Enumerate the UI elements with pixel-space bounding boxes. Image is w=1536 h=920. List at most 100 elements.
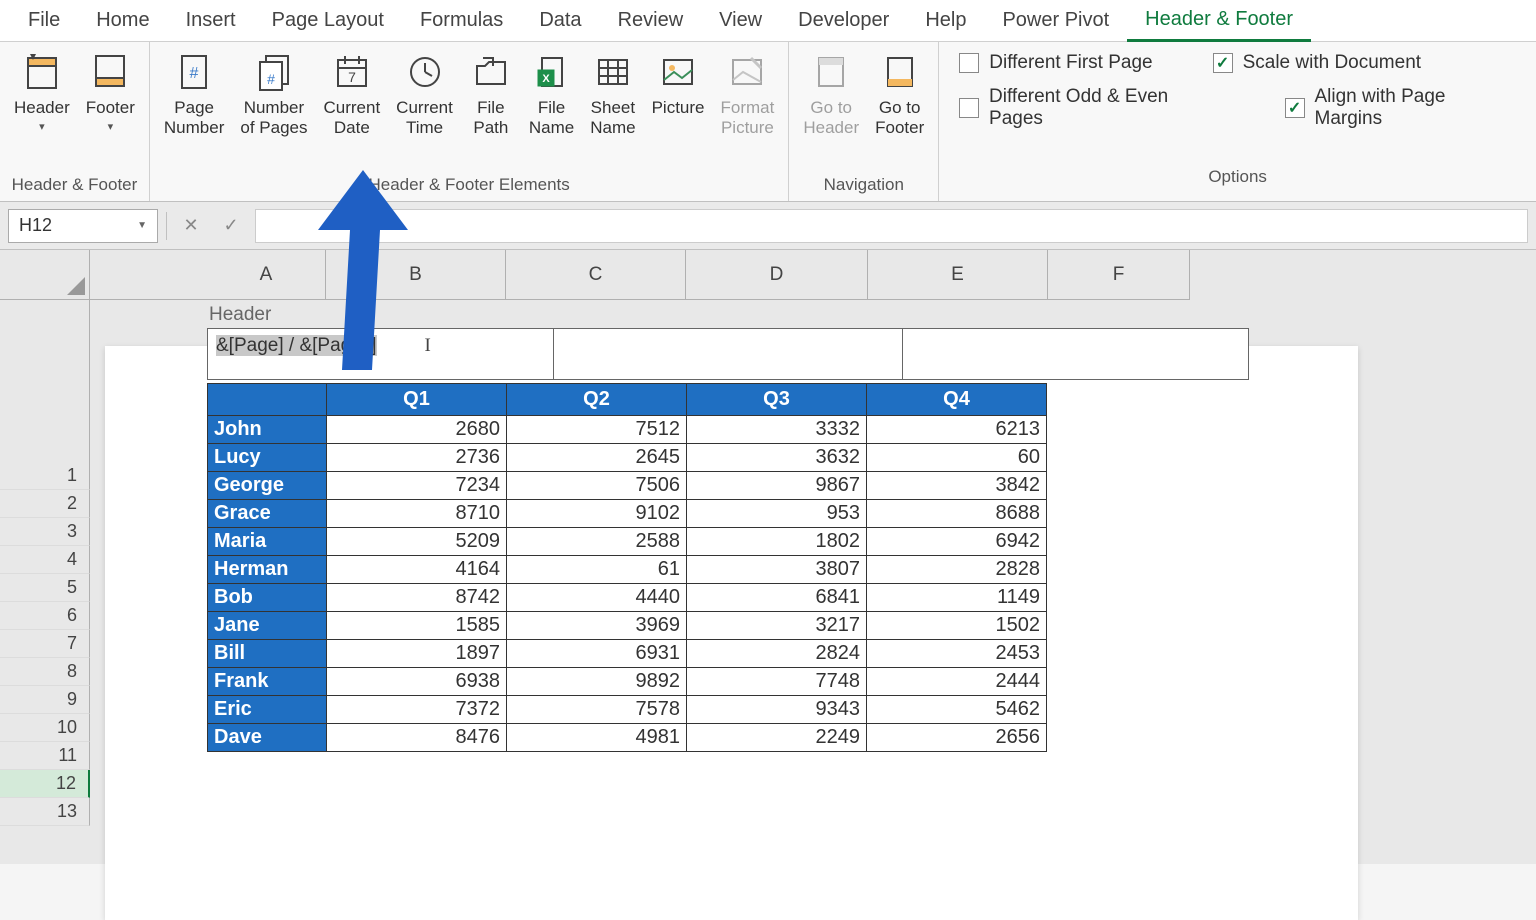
cell[interactable]: 1149 xyxy=(867,584,1047,612)
table-row[interactable]: Bob8742444068411149 xyxy=(208,584,1047,612)
cell[interactable]: 1502 xyxy=(867,612,1047,640)
cell[interactable]: 9867 xyxy=(687,472,867,500)
current-date-button[interactable]: 7CurrentDate xyxy=(315,46,388,143)
cell[interactable]: 2444 xyxy=(867,668,1047,696)
header-center-box[interactable] xyxy=(554,328,903,380)
tab-power-pivot[interactable]: Power Pivot xyxy=(984,1,1127,40)
cell[interactable]: 4981 xyxy=(507,724,687,752)
cell[interactable]: 2588 xyxy=(507,528,687,556)
cell[interactable]: 6841 xyxy=(687,584,867,612)
cell[interactable]: 2828 xyxy=(867,556,1047,584)
tab-file[interactable]: File xyxy=(10,1,78,40)
column-header-F[interactable]: F xyxy=(1048,250,1190,300)
go-to-footer-button[interactable]: Go toFooter xyxy=(867,46,932,143)
cell[interactable]: 7578 xyxy=(507,696,687,724)
column-header-C[interactable]: C xyxy=(506,250,686,300)
row-header-10[interactable]: 10 xyxy=(0,714,90,742)
row-name[interactable]: Herman xyxy=(208,556,327,584)
cell[interactable]: 4440 xyxy=(507,584,687,612)
table-row[interactable]: Bill1897693128242453 xyxy=(208,640,1047,668)
tab-view[interactable]: View xyxy=(701,1,780,40)
table-row[interactable]: Herman41646138072828 xyxy=(208,556,1047,584)
name-box[interactable]: H12 ▼ xyxy=(8,209,158,243)
cell[interactable]: 2249 xyxy=(687,724,867,752)
row-header-11[interactable]: 11 xyxy=(0,742,90,770)
tab-developer[interactable]: Developer xyxy=(780,1,907,40)
cell[interactable]: 1802 xyxy=(687,528,867,556)
table-row[interactable]: Lucy27362645363260 xyxy=(208,444,1047,472)
table-row[interactable]: Dave8476498122492656 xyxy=(208,724,1047,752)
row-name[interactable]: Dave xyxy=(208,724,327,752)
data-table[interactable]: Q1Q2Q3Q4John2680751233326213Lucy27362645… xyxy=(207,383,1047,752)
cell[interactable]: 1897 xyxy=(327,640,507,668)
cell[interactable]: 8688 xyxy=(867,500,1047,528)
row-name[interactable]: Frank xyxy=(208,668,327,696)
row-header-7[interactable]: 7 xyxy=(0,630,90,658)
sheet-name-button[interactable]: SheetName xyxy=(582,46,643,143)
table-row[interactable]: George7234750698673842 xyxy=(208,472,1047,500)
cell[interactable]: 3969 xyxy=(507,612,687,640)
row-name[interactable]: Bill xyxy=(208,640,327,668)
row-header-13[interactable]: 13 xyxy=(0,798,90,826)
cell[interactable]: 60 xyxy=(867,444,1047,472)
tab-header-footer[interactable]: Header & Footer xyxy=(1127,0,1311,42)
table-header[interactable] xyxy=(208,384,327,416)
table-header[interactable]: Q2 xyxy=(507,384,687,416)
cell[interactable]: 6213 xyxy=(867,416,1047,444)
column-header-D[interactable]: D xyxy=(686,250,868,300)
file-name-button[interactable]: XFileName xyxy=(521,46,582,143)
column-header-B[interactable]: B xyxy=(326,250,506,300)
select-all-corner[interactable] xyxy=(0,250,90,300)
tab-page-layout[interactable]: Page Layout xyxy=(254,1,402,40)
row-header-3[interactable]: 3 xyxy=(0,518,90,546)
row-name[interactable]: Maria xyxy=(208,528,327,556)
tab-help[interactable]: Help xyxy=(907,1,984,40)
table-header[interactable]: Q4 xyxy=(867,384,1047,416)
current-time-button[interactable]: CurrentTime xyxy=(388,46,461,143)
checkbox-scale-with-document[interactable]: Scale with Document xyxy=(1213,52,1421,74)
cell[interactable]: 3217 xyxy=(687,612,867,640)
table-row[interactable]: Grace871091029538688 xyxy=(208,500,1047,528)
row-header-6[interactable]: 6 xyxy=(0,602,90,630)
column-header-A[interactable]: A xyxy=(207,250,326,300)
header-left-box[interactable]: &[Page] / &[Pages]I xyxy=(207,328,554,380)
tab-formulas[interactable]: Formulas xyxy=(402,1,521,40)
row-name[interactable]: Eric xyxy=(208,696,327,724)
cell[interactable]: 5462 xyxy=(867,696,1047,724)
checkbox-different-odd-even-pages[interactable]: Different Odd & Even Pages xyxy=(959,86,1224,130)
row-name[interactable]: John xyxy=(208,416,327,444)
table-row[interactable]: John2680751233326213 xyxy=(208,416,1047,444)
row-header-8[interactable]: 8 xyxy=(0,658,90,686)
cancel-icon[interactable]: ✕ xyxy=(175,210,207,242)
cell[interactable]: 8710 xyxy=(327,500,507,528)
formula-input[interactable] xyxy=(255,209,1528,243)
cell[interactable]: 7506 xyxy=(507,472,687,500)
cell[interactable]: 2680 xyxy=(327,416,507,444)
table-row[interactable]: Eric7372757893435462 xyxy=(208,696,1047,724)
cell[interactable]: 9102 xyxy=(507,500,687,528)
file-path-button[interactable]: FilePath xyxy=(461,46,521,143)
row-header-2[interactable]: 2 xyxy=(0,490,90,518)
cell[interactable]: 9343 xyxy=(687,696,867,724)
table-row[interactable]: Maria5209258818026942 xyxy=(208,528,1047,556)
header-right-box[interactable] xyxy=(903,328,1249,380)
header-button[interactable]: Header▾ xyxy=(6,46,78,137)
cell[interactable]: 6938 xyxy=(327,668,507,696)
cell[interactable]: 4164 xyxy=(327,556,507,584)
cell[interactable]: 6942 xyxy=(867,528,1047,556)
row-header-9[interactable]: 9 xyxy=(0,686,90,714)
row-name[interactable]: Grace xyxy=(208,500,327,528)
cell[interactable]: 7372 xyxy=(327,696,507,724)
cell[interactable]: 3632 xyxy=(687,444,867,472)
cell[interactable]: 5209 xyxy=(327,528,507,556)
tab-review[interactable]: Review xyxy=(600,1,702,40)
tab-insert[interactable]: Insert xyxy=(168,1,254,40)
row-name[interactable]: George xyxy=(208,472,327,500)
tab-data[interactable]: Data xyxy=(521,1,599,40)
cell[interactable]: 2736 xyxy=(327,444,507,472)
row-name[interactable]: Bob xyxy=(208,584,327,612)
cell[interactable]: 953 xyxy=(687,500,867,528)
cell[interactable]: 8476 xyxy=(327,724,507,752)
page-number-button[interactable]: #PageNumber xyxy=(156,46,232,143)
column-header-E[interactable]: E xyxy=(868,250,1048,300)
